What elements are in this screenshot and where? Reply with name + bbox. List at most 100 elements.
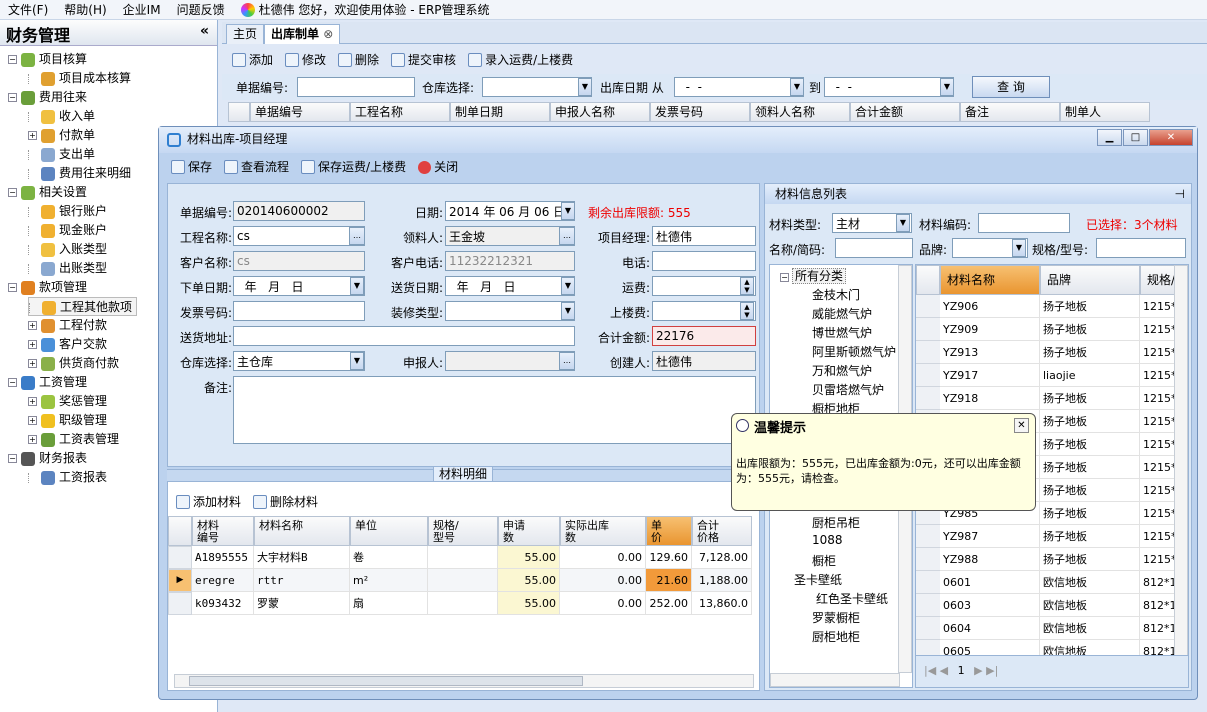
row-indicator[interactable] (916, 548, 940, 571)
sidebar-item-8[interactable]: 银行账户 (28, 202, 111, 221)
tree-node[interactable]: 厨柜吊柜 (812, 514, 860, 531)
sidebar-item-16[interactable]: + 供货商付款 (28, 354, 123, 373)
tab-home[interactable]: 主页 (226, 24, 265, 44)
row-indicator[interactable] (916, 318, 940, 341)
sidebar-item-1[interactable]: 项目成本核算 (28, 69, 135, 88)
chevron-down-icon[interactable]: ▼ (561, 202, 575, 220)
chevron-down-icon[interactable]: ▼ (790, 78, 804, 96)
expand-toggle-icon[interactable]: + (28, 397, 37, 406)
list-cell[interactable]: YZ906 (940, 295, 1040, 318)
browse-icon[interactable]: … (349, 227, 365, 245)
tree-node[interactable]: 1088 (812, 533, 843, 547)
list-cell[interactable]: 扬子地板 (1040, 318, 1140, 341)
menu-help[interactable]: 帮助(H) (56, 1, 114, 18)
column-header[interactable]: 发票号码 (650, 102, 750, 122)
date-to-input[interactable] (824, 77, 954, 97)
minimize-icon[interactable]: ▁ (1097, 129, 1122, 146)
mat-column-header[interactable]: 合计 价格 (692, 516, 752, 546)
list-cell[interactable]: 欧信地板 (1040, 594, 1140, 617)
expand-toggle-icon[interactable]: − (8, 378, 17, 387)
sidebar-item-22[interactable]: 工资报表 (28, 468, 111, 487)
list-cell[interactable]: 扬子地板 (1040, 525, 1140, 548)
tree-node[interactable]: 博世燃气炉 (812, 324, 872, 341)
view-flow-button[interactable]: 查看流程 (220, 157, 293, 177)
chevron-down-icon[interactable]: ▼ (940, 78, 954, 96)
spinner-icon[interactable]: ▲ ▼ (740, 277, 754, 295)
tab-outbound[interactable]: 出库制单 ⊗ (264, 24, 341, 44)
list-cell[interactable]: 扬子地板 (1040, 341, 1140, 364)
client-field[interactable] (233, 251, 365, 271)
pin-icon[interactable]: ⊣ (1175, 184, 1185, 204)
send-date-field[interactable] (445, 276, 575, 296)
date-field[interactable] (445, 201, 575, 221)
search-wh-select[interactable] (482, 77, 592, 97)
save-button[interactable]: 保存 (167, 157, 216, 177)
creator-field[interactable] (652, 351, 756, 371)
pm-field[interactable] (652, 226, 756, 246)
code-input[interactable] (978, 213, 1070, 233)
list-cell[interactable]: YZ917 (940, 364, 1040, 387)
menu-feedback[interactable]: 问题反馈 (169, 1, 233, 18)
submit-review-button[interactable]: 提交审核 (387, 50, 460, 70)
row-indicator[interactable] (916, 594, 940, 617)
expand-toggle-icon[interactable]: − (8, 55, 17, 64)
tree-node[interactable]: 圣卡壁纸 (794, 571, 842, 588)
project-field[interactable] (233, 226, 365, 246)
mat-cell-qty[interactable]: 55.00 (498, 592, 560, 615)
remark-field[interactable] (233, 376, 756, 444)
sidebar-item-5[interactable]: 支出单 (28, 145, 99, 164)
sidebar-item-6[interactable]: 费用往来明细 (28, 164, 135, 183)
tree-node[interactable]: 橱柜 (812, 552, 836, 569)
row-indicator[interactable] (168, 546, 192, 569)
list-cell[interactable]: 欧信地板 (1040, 571, 1140, 594)
browse-icon[interactable]: … (559, 352, 575, 370)
list-column-header[interactable]: 材料名称 (940, 265, 1040, 295)
sidebar-item-14[interactable]: + 工程付款 (28, 316, 111, 335)
applicant-field[interactable] (445, 351, 575, 371)
tree-node[interactable]: 万和燃气炉 (812, 362, 872, 379)
list-cell[interactable]: YZ913 (940, 341, 1040, 364)
row-indicator[interactable] (916, 295, 940, 318)
order-date-field[interactable] (233, 276, 365, 296)
menu-file[interactable]: 文件(F) (0, 1, 56, 18)
save-freight-button[interactable]: 保存运费/上楼费 (297, 157, 410, 177)
tree-node[interactable]: 红色圣卡壁纸 (816, 590, 888, 607)
expand-toggle-icon[interactable]: + (28, 359, 37, 368)
list-cell[interactable]: YZ988 (940, 548, 1040, 571)
mat-column-header[interactable]: 实际出库 数 (560, 516, 646, 546)
mat-column-header[interactable]: 申请 数 (498, 516, 560, 546)
phone-field[interactable] (652, 251, 756, 271)
mat-column-header[interactable]: 材料名称 (254, 516, 350, 546)
mat-column-header[interactable]: 规格/ 型号 (428, 516, 498, 546)
mat-column-header[interactable]: 材料 编号 (192, 516, 254, 546)
list-cell[interactable]: 欧信地板 (1040, 617, 1140, 640)
freight-button[interactable]: 录入运费/上楼费 (464, 50, 577, 70)
list-cell[interactable]: YZ909 (940, 318, 1040, 341)
sidebar-item-12[interactable]: − 款项管理 (8, 278, 91, 297)
chevron-down-icon[interactable]: ▼ (1012, 239, 1026, 257)
spinner-icon[interactable]: ▲ ▼ (740, 302, 754, 320)
sidebar-item-10[interactable]: 入账类型 (28, 240, 111, 259)
sidebar-item-21[interactable]: − 财务报表 (8, 449, 91, 468)
list-vscrollbar[interactable] (1174, 265, 1188, 657)
add-material-button[interactable]: 添加材料 (172, 492, 245, 512)
list-cell[interactable]: 扬子地板 (1040, 433, 1140, 456)
column-header[interactable]: 领料人名称 (750, 102, 850, 122)
list-cell[interactable]: 0603 (940, 594, 1040, 617)
sidebar-item-9[interactable]: 现金账户 (28, 221, 111, 240)
list-column-header[interactable]: 品牌 (1040, 265, 1140, 295)
sidebar-item-18[interactable]: + 奖惩管理 (28, 392, 111, 411)
collapse-icon[interactable]: « (200, 23, 209, 39)
row-indicator[interactable] (916, 571, 940, 594)
expand-toggle-icon[interactable]: − (8, 283, 17, 292)
prev-page-icon[interactable]: ◀ (940, 664, 948, 677)
column-header[interactable]: 备注 (960, 102, 1060, 122)
chevron-down-icon[interactable]: ▼ (350, 352, 364, 370)
sidebar-item-15[interactable]: + 客户交款 (28, 335, 111, 354)
chevron-down-icon[interactable]: ▼ (350, 277, 364, 295)
list-cell[interactable]: 扬子地板 (1040, 502, 1140, 525)
list-cell[interactable]: 扬子地板 (1040, 548, 1140, 571)
list-cell[interactable]: YZ987 (940, 525, 1040, 548)
name-input[interactable] (835, 238, 913, 258)
row-indicator[interactable] (916, 617, 940, 640)
